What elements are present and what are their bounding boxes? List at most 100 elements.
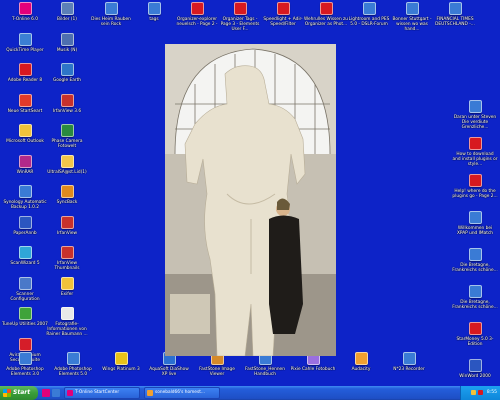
desktop-shortcut[interactable]: Adobe Reader 8 xyxy=(2,63,48,97)
google-earth-icon xyxy=(60,63,74,76)
desktop-shortcut-label: Die Bretagne, Frankreichs schöne... xyxy=(452,300,498,310)
desktop-shortcut[interactable]: UltraISA@st.Lid(1) xyxy=(44,154,90,189)
tray-antivirus-icon[interactable] xyxy=(478,390,483,395)
desktop-shortcut-label: Musik (N) xyxy=(56,47,78,53)
desktop-shortcut-label: Bonner Stuttgart - wissen wo was hand... xyxy=(392,17,432,32)
desktop-shortcut-label: Pixie Cahle Fotobuch xyxy=(290,367,336,372)
desktop-shortcut-label: FINANCIAL TIMES DEUTSCHLAND -... xyxy=(435,17,475,27)
desktop-shortcut[interactable]: Die Bretagne, Frankreichs schöne... xyxy=(452,248,498,282)
avira-icon xyxy=(18,337,32,351)
desktop-shortcut-label: IrfanView 3.6 xyxy=(52,108,82,114)
clock: 8:55 xyxy=(486,390,497,395)
desktop-shortcut[interactable]: WinRAR xyxy=(2,154,48,189)
desktop-shortcut[interactable]: T-Online 6.0 xyxy=(2,2,48,36)
desktop-shortcut-label: Die Bretagne, Frankreichs schöne... xyxy=(452,263,498,273)
desktop-shortcut[interactable]: IrfanView 3.6 xyxy=(44,93,90,128)
desktop-shortcut[interactable]: Lightroom and PES 5.0 - DSLR-Forum xyxy=(346,2,392,36)
desktop-shortcut[interactable]: ScanWizard 5 xyxy=(2,246,48,280)
web-icon xyxy=(468,248,482,261)
desktop-shortcut-label: How to download and install plugins or s… xyxy=(452,152,498,167)
desktop-shortcut[interactable]: How to download and install plugins or s… xyxy=(452,137,498,171)
winword-icon xyxy=(468,359,482,372)
thumbnails-icon xyxy=(60,246,74,259)
taskbar-task-button[interactable]: sonebald66's homest... xyxy=(144,387,220,399)
windows-flag-icon xyxy=(3,389,11,397)
desktop-shortcut[interactable]: Bilder (1) xyxy=(44,2,90,36)
desktop-shortcut[interactable]: StarMoney 5.0 3-Edition xyxy=(452,322,498,356)
desktop-shortcut[interactable]: Daran unter Steven Die verdiute Grenzlic… xyxy=(452,100,498,134)
pdf-icon xyxy=(468,174,482,187)
t-online-icon xyxy=(18,2,32,15)
desktop-shortcut[interactable]: Help! where do the plugins go - Page 2..… xyxy=(452,174,498,208)
start-button[interactable]: Start xyxy=(0,386,38,400)
outlook-icon xyxy=(18,124,32,137)
desktop-shortcut[interactable]: Musik (N) xyxy=(44,32,90,67)
desktop-shortcut[interactable]: FastStone_Hennen Handbuch xyxy=(242,352,288,386)
desktop-shortcut[interactable]: AquaSoft DiaShow XP live xyxy=(146,352,192,386)
desktop-shortcut-label: Speedlight + Adir-Speed/Filter xyxy=(263,17,303,27)
desktop-shortcut[interactable]: Microsoft Outlook xyxy=(2,124,48,158)
desktop-shortcut-label: Organizer Tags - Page 3 - Elements User … xyxy=(220,17,260,32)
tuneup-icon xyxy=(18,307,32,320)
desktop-shortcut-label: Dies Heim Rauben sein Rock xyxy=(91,17,131,27)
desktop-shortcut[interactable]: Audacity xyxy=(338,352,384,386)
web-icon xyxy=(468,100,482,113)
document-icon xyxy=(60,307,74,320)
web-icon xyxy=(362,2,376,15)
web-icon xyxy=(405,2,419,15)
syncback-icon xyxy=(60,185,74,198)
desktop-shortcut-label: Organizer-explorer neuelsch - Page 2 - xyxy=(176,17,218,27)
photoshop-elements-icon xyxy=(18,352,32,365)
desktop-shortcut[interactable]: Dies Heim Rauben sein Rock xyxy=(88,2,134,36)
desktop-shortcut[interactable]: Wings Platinum 3 xyxy=(98,352,144,386)
desktop-shortcut[interactable]: Neue StartSeart xyxy=(2,93,48,128)
pdf-icon xyxy=(233,2,247,15)
desktop-shortcut[interactable]: IrfanView xyxy=(44,215,90,250)
desktop-shortcut-label: Fotografie-Informationen von Rainer Baum… xyxy=(46,322,88,337)
desktop-shortcut[interactable]: FastStone Image Viewer xyxy=(194,352,240,386)
pdf-icon xyxy=(190,2,204,15)
desktop-shortcut[interactable]: FINANCIAL TIMES DEUTSCHLAND -... xyxy=(432,2,478,36)
desktop-shortcut[interactable]: PaperAnnb xyxy=(2,215,48,250)
desktop-shortcut[interactable]: IrfanView Thumbnails xyxy=(44,246,90,280)
desktop-shortcut[interactable]: Adobe Photoshop Elements 5.0 xyxy=(50,352,96,386)
desktop-shortcut-label: Adobe Photoshop Elements 5.0 xyxy=(54,367,92,377)
taskbar-task-button[interactable]: T-Online StartCenter xyxy=(64,387,140,399)
desktop-shortcut[interactable]: QuickTime Player xyxy=(2,32,48,67)
desktop-shortcut[interactable]: Adobe Photoshop Elements 3.0 xyxy=(2,352,48,386)
desktop-shortcut[interactable]: TuneUp Utilities 2007 xyxy=(2,307,48,341)
desktop-shortcut-label: tags xyxy=(149,17,159,22)
desktop-shortcut[interactable]: Pixie Cahle Fotobuch xyxy=(290,352,336,386)
desktop-shortcut[interactable]: Exifer xyxy=(44,276,90,311)
system-tray: 8:55 xyxy=(460,386,500,400)
desktop-shortcut[interactable]: Fotografie-Informationen von Rainer Baum… xyxy=(44,307,90,341)
desktop-shortcut[interactable]: Speedlight + Adir-Speed/Filter xyxy=(260,2,306,36)
desktop-shortcut[interactable]: Willkommen bei XPAP und IMatch xyxy=(452,211,498,245)
desktop-shortcut[interactable]: Google Earth xyxy=(44,63,90,97)
folder-icon xyxy=(60,154,74,168)
desktop-shortcut[interactable]: Synology Automatic Backup 1.0.2 xyxy=(2,185,48,219)
startseite-icon xyxy=(18,93,32,107)
desktop-shortcut-label: T-Online 6.0 xyxy=(12,17,38,22)
desktop-shortcut[interactable]: Organizer-explorer neuelsch - Page 2 - xyxy=(174,2,220,36)
desktop-shortcut[interactable]: Organizer Tags - Page 3 - Elements User … xyxy=(217,2,263,36)
desktop-shortcut[interactable]: SyncBack xyxy=(44,185,90,219)
paper-icon xyxy=(18,215,32,229)
desktop-shortcut[interactable]: N*23 Recorder xyxy=(386,352,432,386)
desktop-shortcut[interactable]: WinWord 2000 xyxy=(452,359,498,386)
t-online-task-icon xyxy=(67,390,73,396)
desktop-shortcut[interactable]: Bonner Stuttgart - wissen wo was hand... xyxy=(389,2,435,36)
tray-network-icon[interactable] xyxy=(471,390,476,395)
desktop-shortcut-label: Adobe Reader 8 xyxy=(7,78,43,83)
desktop-shortcut[interactable]: Die Bretagne, Frankreichs schöne... xyxy=(452,285,498,319)
desktop-shortcut-label: Neue StartSeart xyxy=(7,108,43,114)
quicklaunch-desktop-icon[interactable] xyxy=(52,389,60,397)
desktop-shortcut-label: Exifer xyxy=(60,291,74,297)
desktop-shortcut[interactable]: Phase Camera Fotowelt xyxy=(44,124,90,158)
scanwizard-icon xyxy=(18,246,32,259)
desktop-shortcut[interactable]: Wehrulles Wissen zu Organizer as Phot... xyxy=(303,2,349,36)
photoshop-elements5-icon xyxy=(66,352,80,365)
quicklaunch-t-online-icon[interactable] xyxy=(42,389,50,397)
desktop-shortcut[interactable]: tags xyxy=(131,2,177,36)
desktop-shortcut[interactable]: Scanner Configuration xyxy=(2,276,48,311)
